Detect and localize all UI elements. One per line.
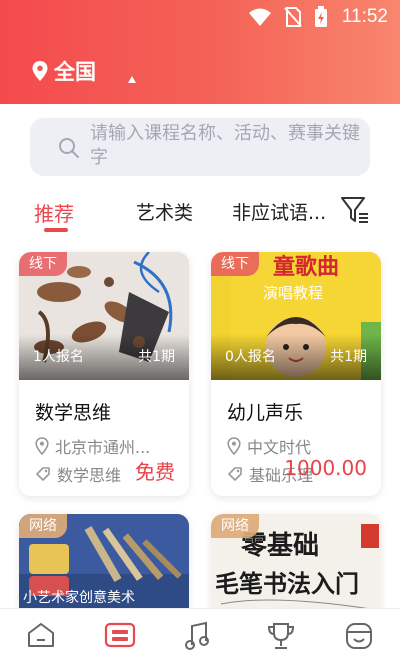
mode-badge: 网络 — [19, 514, 67, 538]
status-bar: 11:52 — [0, 0, 400, 34]
image-subtitle: 演唱教程 — [263, 284, 324, 302]
tab-art[interactable]: 艺术类 — [136, 198, 193, 225]
location-selector[interactable]: 全国 — [32, 56, 96, 86]
image-title: 小艺术家创意美术 — [23, 589, 135, 606]
filter-icon[interactable] — [340, 195, 370, 225]
bottom-navigation — [0, 608, 400, 653]
image-title: 童歌曲 — [273, 254, 339, 280]
mode-badge: 网络 — [211, 514, 259, 538]
home-icon[interactable] — [26, 621, 56, 649]
wifi-icon — [249, 8, 271, 26]
course-title: 数学思维 — [35, 402, 112, 424]
courses-icon[interactable] — [103, 621, 137, 649]
search-icon — [59, 138, 79, 158]
course-card[interactable]: 童歌曲 演唱教程 线下 0人报名 共1期 幼儿声乐 中文时代 基础乐理 1000… — [211, 252, 381, 496]
course-image: 线下 1人报名 共1期 — [19, 252, 189, 380]
registration-count: 0人报名 — [225, 349, 276, 365]
status-icons — [248, 6, 328, 28]
battery-charging-icon — [315, 6, 327, 27]
mode-badge: 线下 — [19, 252, 67, 276]
location-pin-icon — [227, 437, 241, 455]
period-count: 共1期 — [138, 349, 175, 365]
search-box[interactable]: 请输入课程名称、活动、赛事关键字 — [30, 118, 370, 176]
profile-icon[interactable] — [344, 621, 374, 651]
tag-icon — [36, 467, 50, 481]
address-row: 北京市通州... — [35, 434, 150, 458]
course-category: 数学思维 — [57, 466, 122, 485]
tab-recommend[interactable]: 推荐 — [34, 198, 74, 227]
tag-icon — [228, 467, 242, 481]
no-sim-icon — [284, 7, 302, 27]
active-tab-indicator — [44, 228, 68, 232]
music-icon[interactable] — [184, 621, 216, 651]
trophy-icon[interactable] — [266, 621, 296, 651]
course-image: 童歌曲 演唱教程 线下 0人报名 共1期 — [211, 252, 381, 380]
image-subtitle: 毛笔书法入门 — [215, 569, 359, 598]
location-label: 全国 — [54, 60, 96, 84]
location-pin-icon — [32, 61, 48, 81]
address-row: 中文时代 — [227, 434, 311, 458]
course-price: 免费 — [135, 460, 175, 484]
mode-badge: 线下 — [211, 252, 259, 276]
search-placeholder: 请输入课程名称、活动、赛事关键字 — [90, 123, 360, 168]
course-address: 中文时代 — [247, 438, 312, 457]
course-address: 北京市通州... — [55, 438, 151, 457]
period-count: 共1期 — [330, 349, 367, 365]
course-title: 幼儿声乐 — [227, 402, 304, 424]
category-row: 数学思维 — [35, 462, 121, 486]
course-card[interactable]: 线下 1人报名 共1期 数学思维 北京市通州... 数学思维 免费 — [19, 252, 189, 496]
status-time: 11:52 — [341, 6, 388, 27]
location-pin-icon — [35, 437, 49, 455]
registration-count: 1人报名 — [33, 349, 84, 365]
caret-icon[interactable] — [128, 76, 136, 83]
tab-non-exam-language[interactable]: 非应试语... — [232, 198, 326, 225]
course-price: 1000.00 — [284, 456, 367, 480]
header: 11:52 全国 — [0, 0, 400, 104]
